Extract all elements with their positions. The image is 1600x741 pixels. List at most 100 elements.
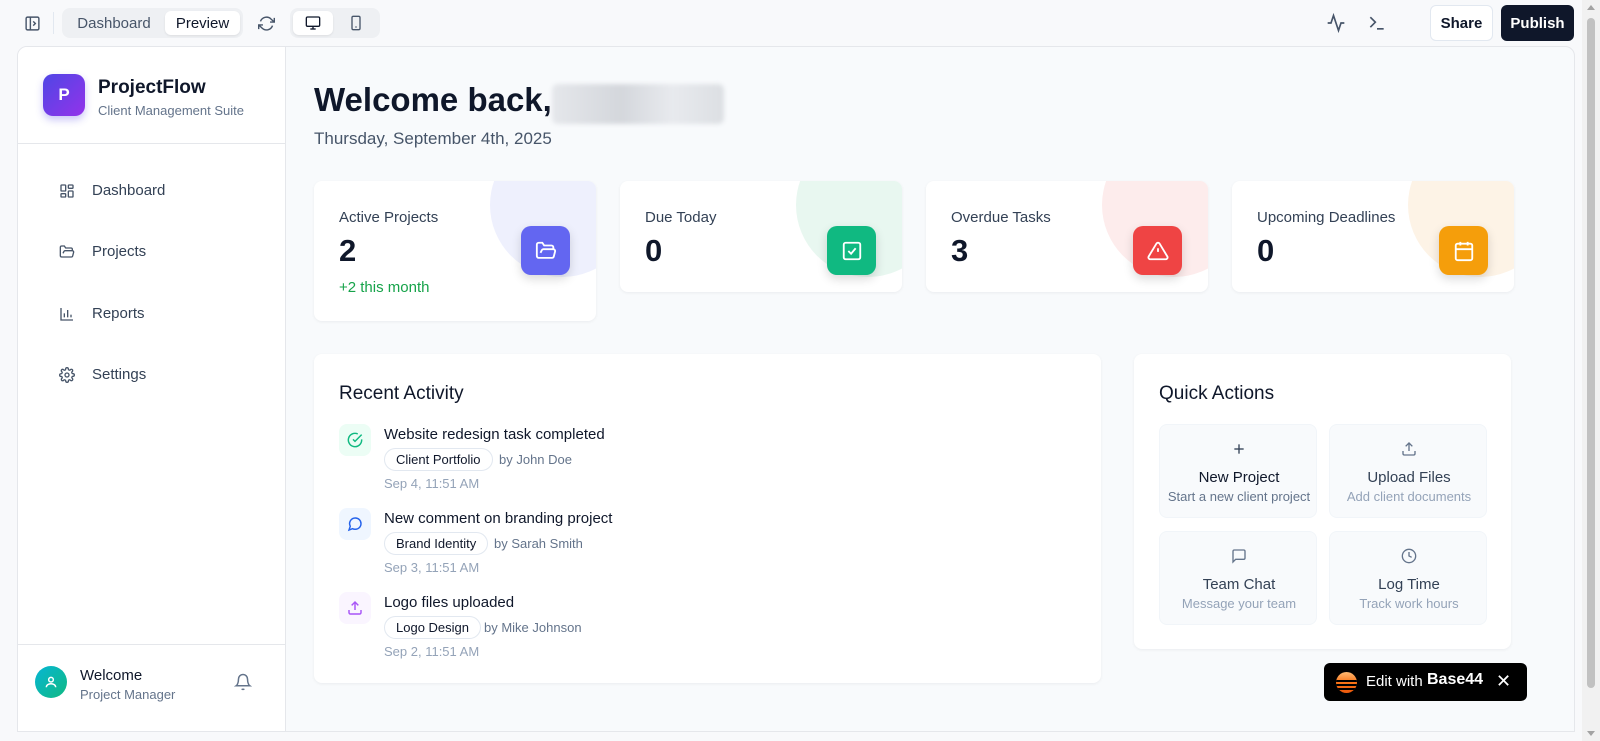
- redacted-user-name: [552, 84, 724, 124]
- activity-title: Website redesign task completed: [384, 426, 605, 443]
- action-subtitle: Track work hours: [1359, 596, 1459, 611]
- user-role: Project Manager: [80, 687, 176, 702]
- action-title: Upload Files: [1367, 469, 1451, 486]
- tab-preview[interactable]: Preview: [165, 11, 240, 35]
- mobile-icon: [351, 15, 361, 31]
- stat-note: +2 this month: [339, 279, 430, 296]
- action-subtitle: Start a new client project: [1167, 489, 1311, 504]
- stat-label: Overdue Tasks: [951, 209, 1051, 226]
- folder-icon: [59, 245, 75, 258]
- alert-triangle-icon: [1133, 226, 1182, 275]
- toolbar-divider: [53, 12, 54, 34]
- user-icon: [45, 676, 57, 688]
- folder-open-icon: [521, 226, 570, 275]
- sidebar-item-label: Projects: [92, 243, 147, 260]
- sidebar-item-dashboard[interactable]: Dashboard: [42, 171, 262, 211]
- edit-with-base44-badge[interactable]: Edit with Base44 ✕: [1324, 663, 1527, 701]
- scroll-thumb[interactable]: [1587, 18, 1595, 688]
- stat-label: Active Projects: [339, 209, 439, 226]
- badge-brand: Base44: [1427, 671, 1484, 688]
- desktop-view-button[interactable]: [293, 11, 333, 35]
- publish-button[interactable]: Publish: [1501, 5, 1574, 41]
- mobile-view-button[interactable]: [336, 11, 376, 35]
- action-subtitle: Add client documents: [1346, 489, 1472, 504]
- list-item[interactable]: New comment on branding project Brand Id…: [339, 508, 1039, 583]
- stat-card-overdue-tasks[interactable]: Overdue Tasks 3: [926, 181, 1208, 292]
- message-icon: [339, 508, 371, 540]
- upload-icon: [1402, 442, 1416, 456]
- project-tag: Logo Design: [384, 616, 481, 639]
- refresh-icon[interactable]: [256, 13, 276, 33]
- device-toggle-group: [290, 8, 380, 38]
- bell-icon[interactable]: [234, 673, 252, 691]
- sidebar-item-label: Settings: [92, 366, 147, 383]
- sidebar-item-settings[interactable]: Settings: [42, 355, 262, 395]
- badge-text: Edit with: [1366, 673, 1423, 690]
- activity-title: Logo files uploaded: [384, 594, 515, 611]
- app-subtitle: Client Management Suite: [98, 103, 244, 118]
- calendar-icon: [1439, 226, 1488, 275]
- team-chat-button[interactable]: Team Chat Message your team: [1159, 531, 1317, 625]
- stat-card-upcoming-deadlines[interactable]: Upcoming Deadlines 0: [1232, 181, 1514, 292]
- list-item[interactable]: Website redesign task completed Client P…: [339, 424, 1039, 499]
- log-time-button[interactable]: Log Time Track work hours: [1329, 531, 1487, 625]
- activity-icon[interactable]: [1325, 12, 1347, 34]
- scroll-down-icon[interactable]: [1587, 731, 1595, 736]
- sidebar: P ProjectFlow Client Management Suite Da…: [18, 47, 286, 731]
- stat-value: 2: [339, 233, 357, 268]
- new-project-button[interactable]: New Project Start a new client project: [1159, 424, 1317, 518]
- check-square-icon: [827, 226, 876, 275]
- avatar[interactable]: [35, 666, 67, 698]
- user-profile: Welcome Project Manager: [18, 644, 286, 731]
- action-title: Log Time: [1378, 576, 1440, 593]
- activity-time: Sep 2, 11:51 AM: [384, 644, 480, 659]
- close-icon[interactable]: ✕: [1496, 671, 1511, 692]
- scrollbar[interactable]: [1582, 0, 1600, 741]
- app-logo: P: [43, 74, 85, 116]
- sidebar-toggle-icon[interactable]: [22, 13, 42, 33]
- chat-icon: [1232, 549, 1246, 564]
- stat-label: Due Today: [645, 209, 717, 226]
- activity-author: by Mike Johnson: [484, 620, 582, 635]
- recent-activity-panel: Recent Activity Website redesign task co…: [314, 354, 1101, 683]
- clock-icon: [1401, 548, 1417, 564]
- brand-header: P ProjectFlow Client Management Suite: [18, 47, 286, 144]
- sidebar-item-reports[interactable]: Reports: [42, 294, 262, 334]
- app-name: ProjectFlow: [98, 77, 206, 98]
- project-tag: Brand Identity: [384, 532, 489, 555]
- stat-value: 0: [1257, 233, 1275, 268]
- upload-files-button[interactable]: Upload Files Add client documents: [1329, 424, 1487, 518]
- user-name: Welcome: [80, 667, 143, 684]
- quick-actions-title: Quick Actions: [1159, 383, 1275, 404]
- activity-time: Sep 3, 11:51 AM: [384, 560, 480, 575]
- tab-dashboard[interactable]: Dashboard: [66, 11, 162, 35]
- page-title: Welcome back,: [314, 81, 552, 118]
- activity-author: by John Doe: [499, 452, 572, 467]
- project-tag: Client Portfolio: [384, 448, 493, 471]
- scroll-up-icon[interactable]: [1587, 5, 1595, 10]
- top-toolbar: Dashboard Preview Share Publish: [0, 0, 1600, 46]
- action-subtitle: Message your team: [1181, 596, 1297, 611]
- sidebar-item-label: Dashboard: [92, 182, 166, 199]
- activity-title: New comment on branding project: [384, 510, 613, 527]
- sidebar-item-projects[interactable]: Projects: [42, 232, 262, 272]
- list-item[interactable]: Logo files uploaded Logo Design by Mike …: [339, 592, 1039, 667]
- current-date: Thursday, September 4th, 2025: [314, 129, 552, 148]
- terminal-icon[interactable]: [1366, 12, 1388, 34]
- dashboard-icon: [60, 184, 74, 198]
- main-content: Welcome back, Thursday, September 4th, 2…: [286, 47, 1574, 731]
- recent-activity-title: Recent Activity: [339, 383, 464, 404]
- view-tab-group: Dashboard Preview: [62, 8, 243, 38]
- activity-time: Sep 4, 11:51 AM: [384, 476, 480, 491]
- stat-card-due-today[interactable]: Due Today 0: [620, 181, 902, 292]
- stat-value: 3: [951, 233, 969, 268]
- share-button[interactable]: Share: [1430, 5, 1493, 41]
- action-title: Team Chat: [1202, 576, 1276, 593]
- gear-icon: [59, 367, 75, 383]
- upload-icon: [339, 592, 371, 624]
- stat-card-active-projects[interactable]: Active Projects 2 +2 this month: [314, 181, 596, 321]
- stat-label: Upcoming Deadlines: [1257, 209, 1396, 226]
- sidebar-item-label: Reports: [92, 305, 145, 322]
- quick-actions-panel: Quick Actions New Project Start a new cl…: [1134, 354, 1511, 649]
- check-circle-icon: [339, 424, 371, 456]
